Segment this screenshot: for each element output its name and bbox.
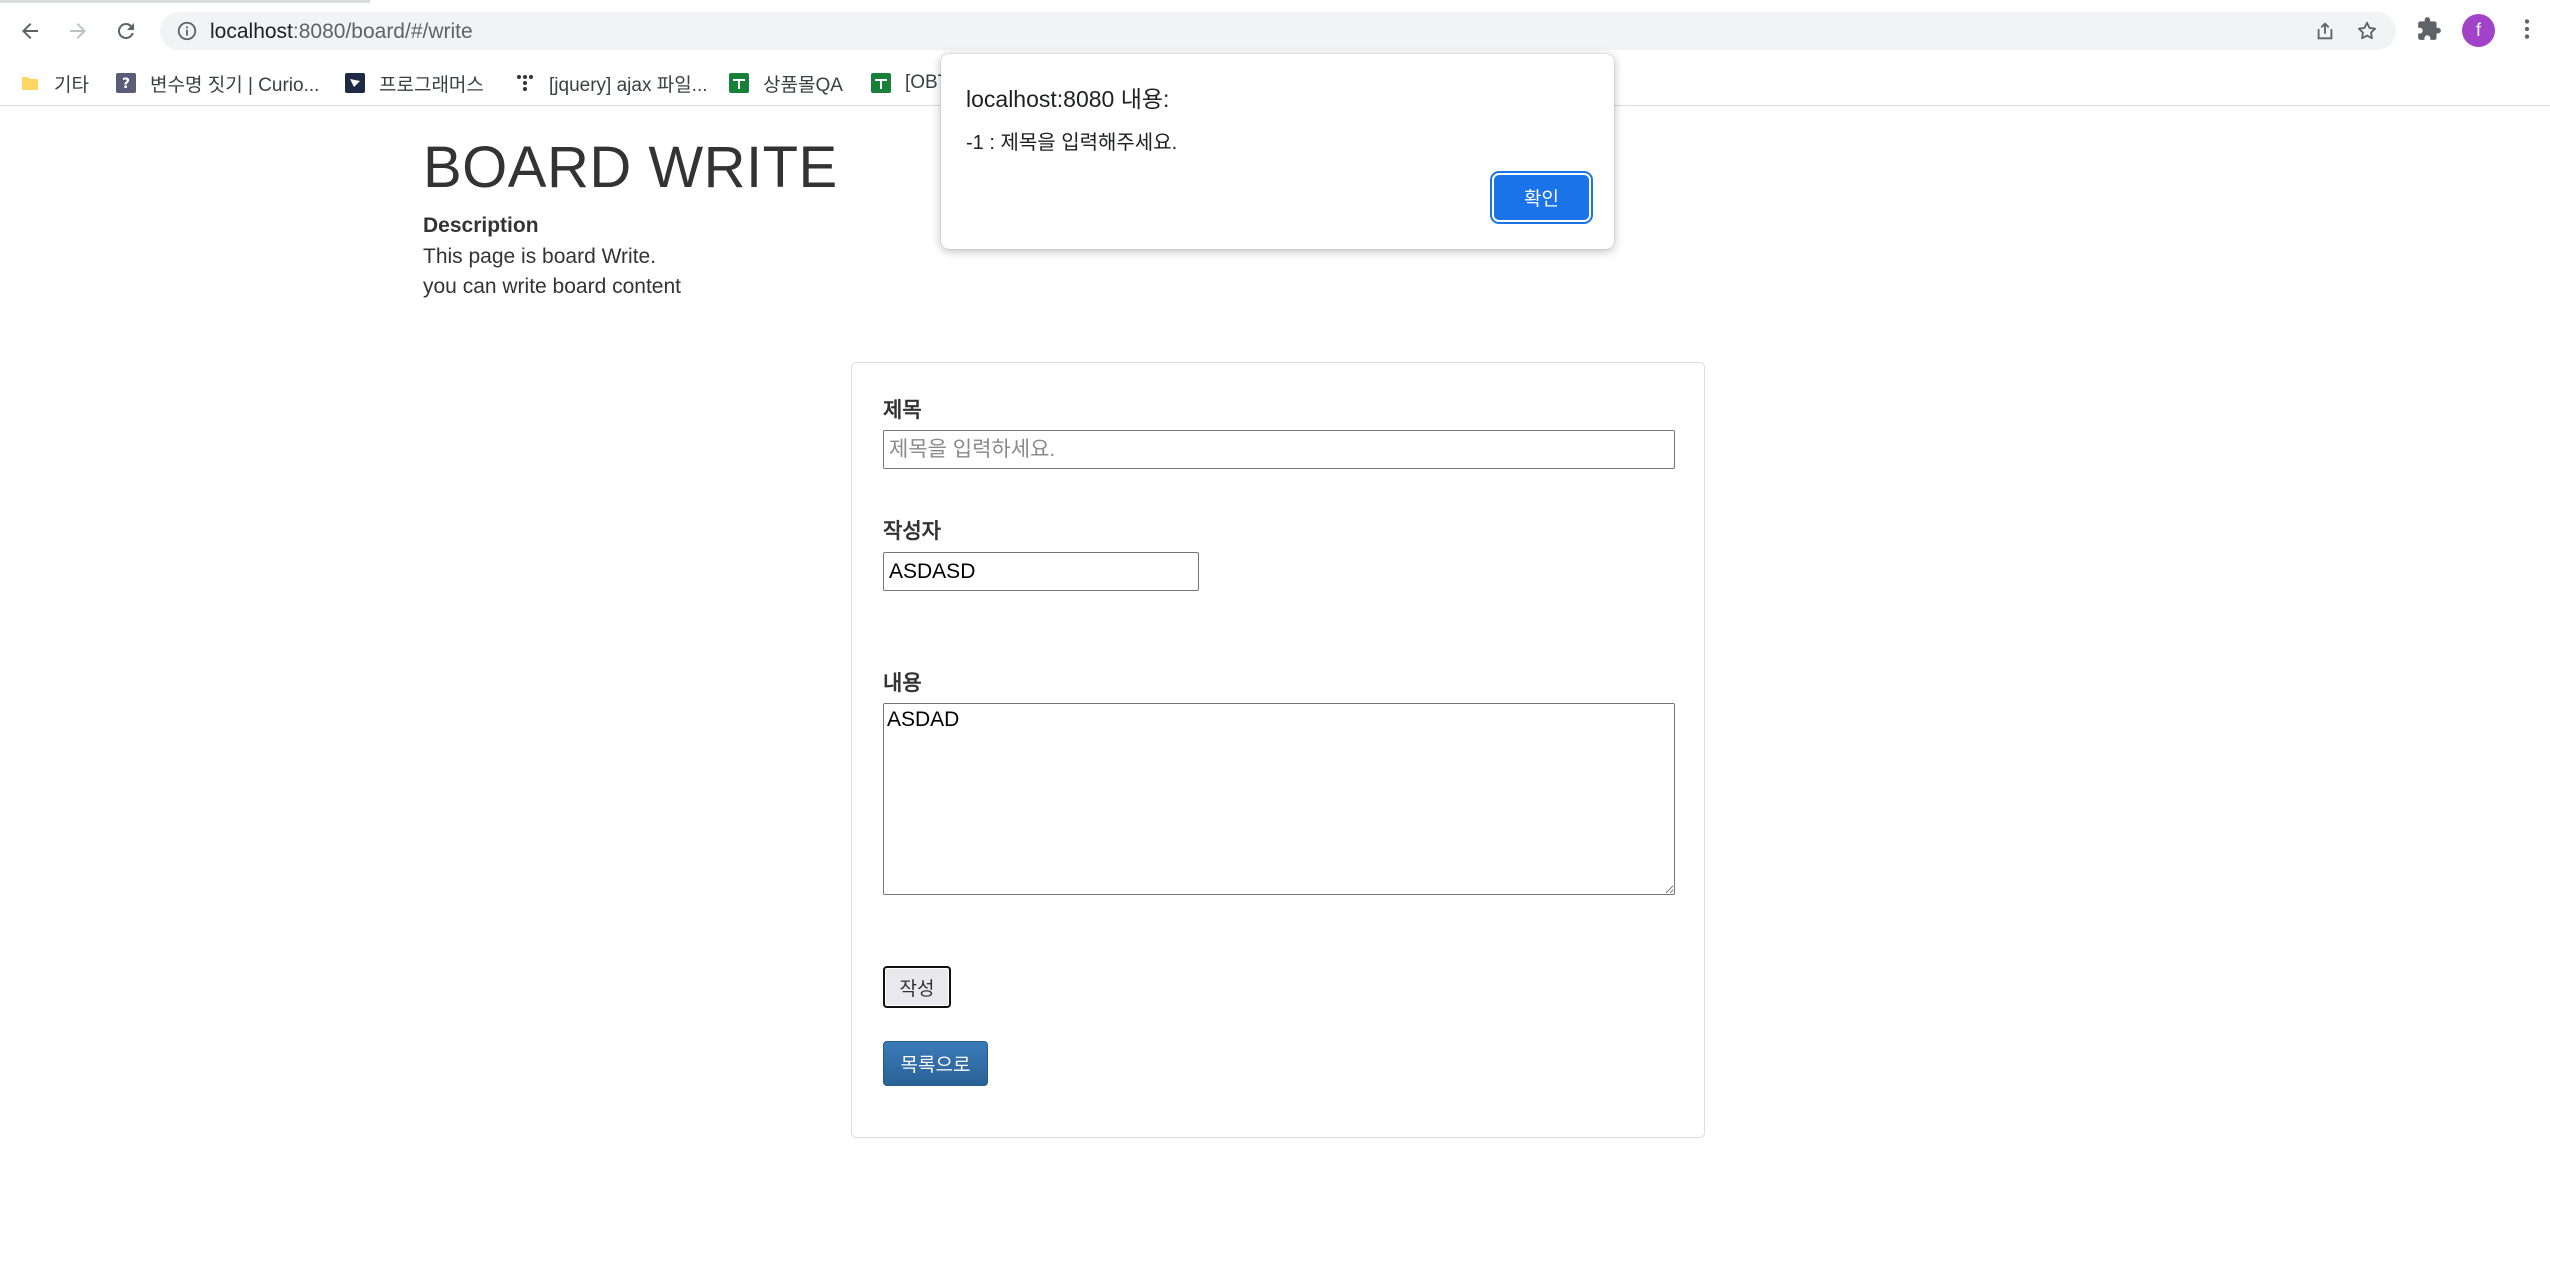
forward-arrow-icon	[70, 23, 86, 39]
description-line-2: you can write board content	[423, 275, 681, 298]
back-arrow-icon	[22, 23, 38, 39]
folder-icon	[22, 77, 38, 90]
url-text[interactable]: localhost:8080/board/#/write	[210, 20, 473, 44]
dialog-ok-button[interactable]: 확인	[1494, 175, 1589, 220]
more-menu-icon[interactable]	[2514, 16, 2540, 42]
back-button[interactable]	[12, 13, 48, 49]
programmers-favicon	[345, 73, 365, 93]
content-label: 내용	[883, 672, 922, 695]
dialog-message: -1 : 제목을 입력해주세요.	[966, 132, 1178, 154]
question-favicon: ?	[116, 73, 136, 93]
description-heading: Description	[423, 214, 539, 237]
bookmark-label: 프로그래머스	[379, 74, 484, 96]
writer-input[interactable]	[883, 552, 1199, 591]
bookmark-label: [jquery] ajax 파일...	[549, 74, 708, 96]
title-input[interactable]	[883, 430, 1675, 469]
bookmark-folder-etc[interactable]: 기타	[20, 68, 89, 98]
bookmark-star-icon[interactable]	[2356, 20, 2378, 42]
tab-strip-edge	[0, 0, 370, 3]
browser-toolbar: localhost:8080/board/#/write f	[0, 0, 2550, 62]
svg-text:?: ?	[122, 76, 130, 92]
submit-button[interactable]: 작성	[883, 966, 951, 1008]
url-path: :8080/board/#/write	[292, 20, 473, 43]
title-label: 제목	[883, 399, 922, 422]
bookmark-sangpum-qa[interactable]: 상품몰QA	[729, 68, 843, 98]
share-icon[interactable]	[2314, 20, 2336, 42]
extensions-puzzle-icon[interactable]	[2416, 16, 2442, 42]
bookmark-label: 상품몰QA	[763, 74, 843, 96]
profile-avatar[interactable]: f	[2462, 14, 2495, 47]
writer-label: 작성자	[883, 520, 941, 543]
dialog-title: localhost:8080 내용:	[966, 86, 1170, 112]
sheets-favicon	[729, 73, 749, 93]
bookmark-curio[interactable]: ? 변수명 짓기 | Curio...	[116, 68, 319, 98]
bookmark-obt[interactable]: [OBT	[871, 68, 949, 98]
bookmark-label: 변수명 짓기 | Curio...	[150, 74, 320, 96]
bookmark-jquery-ajax[interactable]: [jquery] ajax 파일...	[515, 68, 708, 98]
sheets-favicon	[871, 73, 891, 93]
page-title: BOARD WRITE	[423, 135, 838, 200]
address-bar[interactable]: localhost:8080/board/#/write	[160, 12, 2396, 50]
back-to-list-button[interactable]: 목록으로	[883, 1041, 988, 1086]
tistory-favicon	[517, 75, 533, 91]
forward-button[interactable]	[60, 13, 96, 49]
bookmark-programmers[interactable]: 프로그래머스	[345, 68, 484, 98]
site-info-icon[interactable]	[176, 20, 198, 42]
reload-icon	[117, 22, 134, 39]
content-textarea[interactable]: ASDAD	[883, 703, 1675, 895]
alert-dialog: localhost:8080 내용: -1 : 제목을 입력해주세요. 확인	[941, 54, 1614, 249]
reload-button[interactable]	[108, 13, 144, 49]
url-host: localhost	[210, 20, 293, 43]
description-line-1: This page is board Write.	[423, 245, 657, 268]
bookmark-label: 기타	[54, 74, 89, 96]
